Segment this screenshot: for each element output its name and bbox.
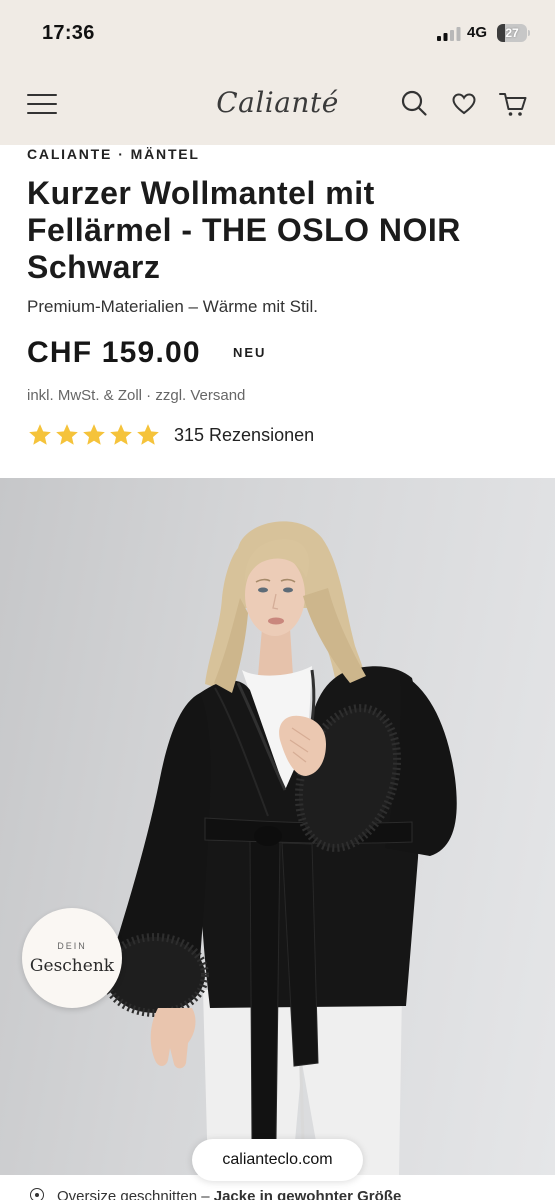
- model-eye-left: [258, 587, 268, 593]
- network-type: 4G: [467, 24, 488, 41]
- model-lips: [268, 617, 284, 625]
- battery-level: 27: [505, 26, 519, 40]
- model-eye-right: [283, 587, 293, 593]
- browser-address-pill[interactable]: calianteclo.com: [192, 1139, 363, 1181]
- battery-nub: [528, 30, 530, 36]
- product-title: Kurzer Wollmantel mit Fellärmel - THE OS…: [27, 175, 461, 285]
- cart-icon[interactable]: [498, 90, 528, 118]
- product-tagline: Premium-Materialien – Wärme mit Stil.: [27, 297, 318, 316]
- browser-url: calianteclo.com: [222, 1151, 333, 1168]
- model-hand-left: [150, 1008, 196, 1069]
- belt-knot: [254, 826, 282, 846]
- gift-badge-label: Geschenk: [29, 956, 115, 976]
- feature-emphasis: Jacke in gewohnter Größe: [213, 1188, 402, 1200]
- product-price: CHF 159.00: [27, 336, 201, 369]
- breadcrumb: CALIANTE · MÄNTEL: [27, 145, 200, 163]
- breadcrumb-separator: ·: [118, 146, 125, 162]
- star-icon: [137, 424, 159, 445]
- signal-icon: [437, 27, 461, 41]
- battery-icon: 27: [497, 24, 527, 42]
- coat-sleeve-left: [112, 693, 211, 960]
- search-icon[interactable]: [400, 89, 428, 117]
- tax-note: inkl. MwSt. & Zoll · zzgl. Versand: [27, 387, 246, 404]
- review-count-link[interactable]: 315 Rezensionen: [174, 425, 314, 445]
- feature-text: Oversize geschnitten –: [57, 1188, 214, 1200]
- screen: 17:36 4G 27 Calianté CALIANTE · MÄNTEL K…: [0, 0, 555, 1200]
- new-badge: NEU: [233, 345, 267, 360]
- star-icon: [110, 424, 132, 445]
- star-icon: [29, 424, 51, 445]
- product-photo: [101, 521, 457, 1175]
- breadcrumb-item-brand[interactable]: CALIANTE: [27, 146, 112, 162]
- product-image-gallery[interactable]: DEIN Geschenk: [0, 478, 555, 1175]
- breadcrumb-item-category[interactable]: MÄNTEL: [131, 146, 200, 162]
- star-rating[interactable]: [27, 422, 162, 448]
- heart-icon[interactable]: [452, 93, 476, 115]
- top-bar: 17:36 4G 27 Calianté: [0, 0, 555, 145]
- gift-badge[interactable]: DEIN Geschenk: [22, 908, 122, 1008]
- star-icon: [56, 424, 78, 445]
- gift-badge-label-top: DEIN: [57, 941, 87, 951]
- status-time: 17:36: [42, 22, 95, 44]
- belt-tail-long: [249, 839, 281, 1143]
- feature-line: Oversize geschnitten – Jacke in gewohnte…: [57, 1187, 401, 1200]
- info-icon: [30, 1188, 44, 1200]
- star-icon: [83, 424, 105, 445]
